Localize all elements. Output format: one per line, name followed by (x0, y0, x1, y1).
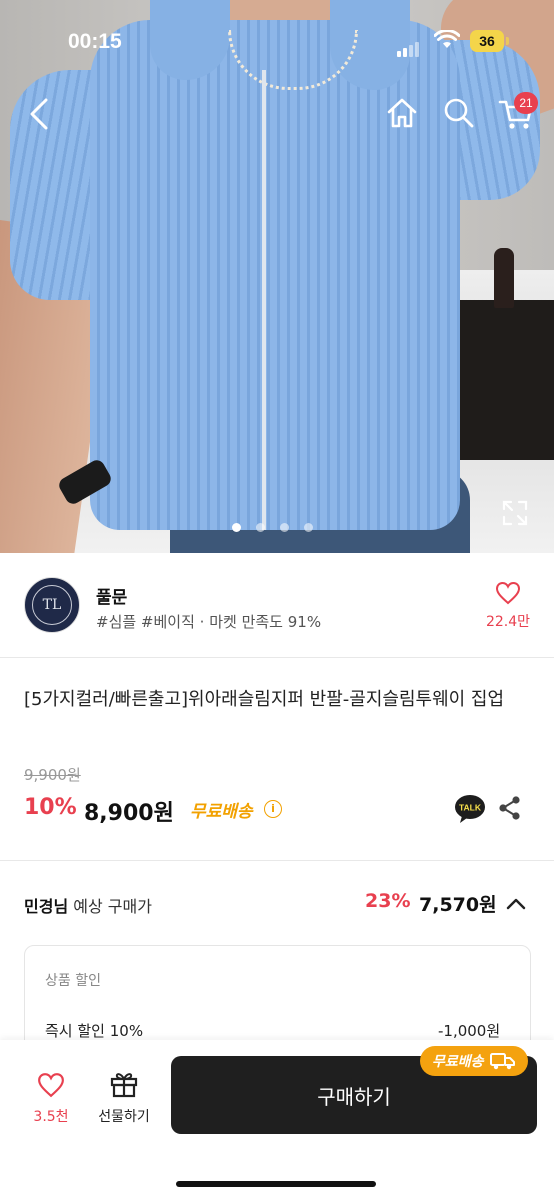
store-like-button[interactable]: 22.4만 (478, 581, 538, 631)
free-shipping-badge-label: 무료배송 (432, 1054, 484, 1070)
divider (0, 657, 554, 658)
store-logo-mark: TL (32, 585, 72, 625)
gift-icon (110, 1073, 138, 1098)
expected-price-label: 민경님 예상 구매가 (24, 893, 152, 917)
instant-discount-value: -1,000원 (438, 1022, 501, 1040)
gift-label: 선물하기 (98, 1109, 150, 1125)
status-time: 00:15 (68, 30, 122, 53)
member-name: 민경님 (24, 897, 69, 916)
divider (0, 860, 554, 861)
discount-rate: 10% (24, 795, 77, 820)
wishlist-count: 3.5천 (33, 1109, 69, 1125)
heart-icon (495, 581, 521, 605)
cart-count-badge: 21 (514, 92, 538, 114)
store-meta: #심플 #베이직 · 마켓 만족도 91% (96, 613, 322, 631)
free-shipping-label: 무료배송 (190, 802, 253, 822)
gallery-dot[interactable] (232, 523, 241, 532)
info-icon[interactable]: i (264, 800, 282, 818)
store-name[interactable]: 풀문 (96, 583, 127, 608)
product-image[interactable] (0, 0, 554, 553)
home-icon[interactable] (385, 96, 419, 130)
gallery-dot[interactable] (304, 523, 313, 532)
original-price: 9,900원 (24, 766, 81, 784)
product-title: [5가지컬러/빠른출고]위아래슬림지퍼 반팔-골지슬림투웨이 집업 (24, 689, 505, 710)
image-zipper (262, 70, 266, 530)
wishlist-button[interactable]: 3.5천 (24, 1072, 78, 1126)
wifi-icon (434, 30, 460, 48)
expand-icon[interactable] (502, 500, 528, 526)
heart-icon (38, 1073, 64, 1098)
discount-section-header: 상품 할인 (45, 973, 101, 989)
chevron-up-icon[interactable] (504, 892, 528, 916)
share-icon[interactable] (498, 795, 522, 821)
expected-price: 7,570원 (419, 894, 497, 916)
truck-icon (489, 1053, 515, 1070)
image-bottle (494, 248, 514, 308)
signal-icon (397, 38, 421, 57)
gallery-dot[interactable] (280, 523, 289, 532)
store-like-count: 22.4만 (485, 614, 531, 630)
status-bar: 00:15 36 (0, 0, 554, 80)
gift-button[interactable]: 선물하기 (90, 1070, 158, 1126)
kakao-talk-label: TALK (459, 803, 482, 813)
search-icon[interactable] (442, 96, 476, 130)
sale-price: 8,900원 (84, 801, 174, 826)
free-shipping-badge: 무료배송 (420, 1046, 528, 1076)
instant-discount-label: 즉시 할인 10% (45, 1022, 144, 1040)
gallery-pagination (232, 517, 328, 536)
back-icon[interactable] (24, 96, 56, 132)
gallery-dot[interactable] (256, 523, 265, 532)
kakao-talk-icon[interactable]: TALK (454, 794, 486, 824)
expected-price-caption: 예상 구매가 (73, 897, 152, 916)
battery-icon: 36 (470, 30, 504, 52)
expected-discount-rate: 23% (365, 890, 411, 912)
store-logo[interactable]: TL (24, 577, 80, 633)
home-indicator (176, 1181, 376, 1187)
battery-tip (506, 37, 509, 45)
